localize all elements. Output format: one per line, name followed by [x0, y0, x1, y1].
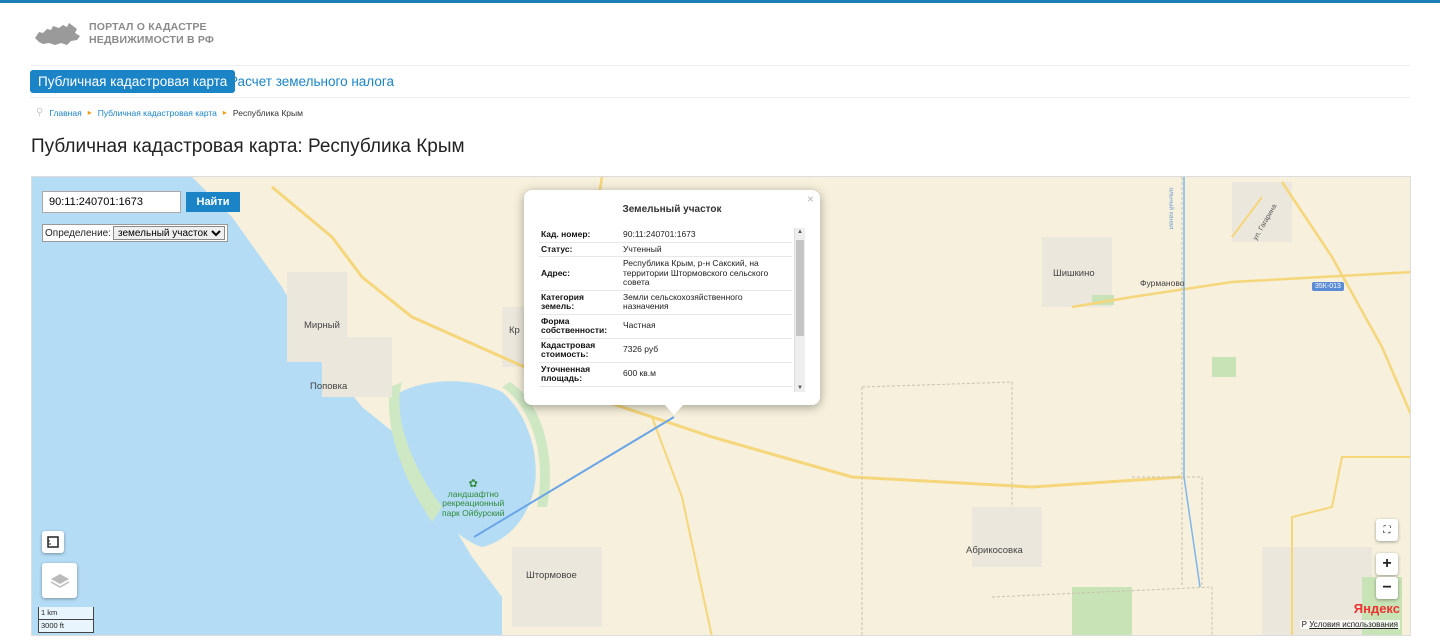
- scroll-up-icon[interactable]: ▲: [797, 229, 803, 235]
- scroll-down-icon[interactable]: ▼: [797, 385, 803, 391]
- popup-scrollbar[interactable]: ▲ ▼: [794, 228, 805, 392]
- scale-km: 1 km: [38, 607, 94, 620]
- cadastral-map[interactable]: Мирный Поповка Кр Шишкино Фурманово Абри…: [31, 176, 1411, 636]
- row-key: Адрес:: [539, 256, 621, 291]
- label-furmanovo: Фурманово: [1140, 278, 1185, 288]
- attribution-prefix: Р: [1301, 620, 1307, 629]
- breadcrumb-home[interactable]: Главная: [49, 108, 81, 118]
- definition-label: Определение:: [45, 227, 112, 239]
- settlement-block: [512, 547, 602, 627]
- park-label-line-3: парк Ойбурский: [442, 507, 505, 518]
- label-kr: Кр: [509, 325, 520, 336]
- label-shtormovoe: Штормовое: [526, 570, 577, 581]
- row-value: 7326 руб: [621, 338, 792, 363]
- parcel-boundary: [861, 177, 1213, 635]
- yandex-logo[interactable]: Яндекс: [1354, 601, 1400, 616]
- scrollbar-thumb[interactable]: [796, 240, 804, 336]
- ruler-button[interactable]: [42, 531, 64, 553]
- row-value: Республика Крым, р-н Сакский, на террито…: [621, 256, 792, 291]
- row-value: 600 кв.м: [621, 362, 792, 387]
- table-row: Категория земель: Земли сельскохозяйствен…: [539, 290, 792, 315]
- definition-select[interactable]: земельный участок: [113, 226, 226, 240]
- breadcrumb-map[interactable]: Публичная кадастровая карта: [98, 108, 217, 118]
- site-logo[interactable]: ПОРТАЛ О КАДАСТРЕ НЕДВИЖИМОСТИ В РФ: [33, 20, 214, 48]
- row-value: Земли сельскохозяйственного назначения: [621, 290, 792, 315]
- tab-land-tax[interactable]: Расчет земельного налога: [229, 70, 394, 93]
- parcel-info-table: Кад. номер: 90:11:240701:1673 Статус: Учте…: [539, 228, 792, 387]
- row-value: Учтенный: [621, 242, 792, 257]
- fullscreen-icon: ⛶: [1383, 524, 1391, 536]
- row-key: Уточненная площадь:: [539, 362, 621, 387]
- field-area: [1072, 587, 1132, 635]
- field-area: [1212, 357, 1236, 377]
- park-label: ✿ ландшафтно рекреационный парк Ойбурски…: [442, 479, 505, 518]
- breadcrumb: ⚲ Главная ▸ Публичная кадастровая карта …: [36, 107, 303, 118]
- find-button[interactable]: Найти: [186, 192, 240, 212]
- main-nav: Публичная кадастровая карта Расчет земел…: [30, 65, 1410, 98]
- breadcrumb-arrow-icon: ▸: [222, 108, 227, 117]
- popup-title: Земельный участок: [622, 204, 722, 215]
- location-pin-icon: ⚲: [36, 107, 44, 118]
- layers-button[interactable]: [42, 563, 77, 598]
- table-row: Кадастровая стоимость: 7326 руб: [539, 338, 792, 363]
- breadcrumb-arrow-icon: ▸: [87, 108, 92, 117]
- row-key: Статус:: [539, 242, 621, 257]
- map-search: Найти: [42, 191, 240, 213]
- map-scale: 1 km 3000 ft: [38, 607, 94, 633]
- label-abrikosovka: Абрикосовка: [966, 545, 1023, 556]
- definition-row: Определение: земельный участок: [42, 224, 229, 242]
- parcel-popup: × Земельный участок Кад. номер: 90:11:240…: [524, 190, 820, 415]
- zoom-out-button[interactable]: −: [1376, 577, 1398, 599]
- label-popovka: Поповка: [310, 381, 348, 392]
- russia-map-icon: [35, 23, 80, 45]
- label-canal: ольный канал: [1167, 187, 1175, 230]
- label-mirny: Мирный: [304, 320, 340, 331]
- table-row: Форма собственности: Частная: [539, 314, 792, 339]
- fullscreen-button[interactable]: ⛶: [1376, 519, 1398, 541]
- road-number-badge: 35К-013: [1312, 282, 1344, 291]
- zoom-in-button[interactable]: +: [1376, 553, 1398, 575]
- terms-of-use-link[interactable]: Условия использования: [1309, 620, 1398, 629]
- row-key: Форма собственности:: [539, 314, 621, 339]
- settlement-block: [972, 507, 1042, 567]
- page-title: Публичная кадастровая карта: Республика …: [31, 136, 465, 157]
- popup-tail: [664, 404, 684, 415]
- row-key: Кадастровая стоимость:: [539, 338, 621, 363]
- table-row: Кад. номер: 90:11:240701:1673: [539, 228, 792, 243]
- logo-line-1: ПОРТАЛ О КАДАСТРЕ: [89, 21, 207, 33]
- logo-text: ПОРТАЛ О КАДАСТРЕ НЕДВИЖИМОСТИ В РФ: [89, 21, 214, 47]
- map-attribution: Р Условия использования: [1299, 620, 1400, 629]
- top-accent-line: [0, 0, 1440, 3]
- cadastral-search-input[interactable]: [42, 191, 181, 213]
- breadcrumb-current: Республика Крым: [232, 107, 303, 118]
- row-key: Категория земель:: [539, 290, 621, 315]
- table-row: Уточненная площадь: 600 кв.м: [539, 362, 792, 387]
- table-row: Статус: Учтенный: [539, 242, 792, 257]
- logo-line-2: НЕДВИЖИМОСТИ В РФ: [89, 34, 215, 46]
- layers-icon: [50, 573, 69, 588]
- scale-ft: 3000 ft: [38, 620, 94, 633]
- road: [1280, 181, 1410, 416]
- row-value: 90:11:240701:1673: [621, 228, 792, 243]
- road: [1071, 270, 1410, 309]
- popup-body[interactable]: Кад. номер: 90:11:240701:1673 Статус: Учте…: [539, 228, 805, 392]
- ruler-icon: [47, 536, 59, 548]
- road: [651, 416, 713, 635]
- tab-cadastral-map[interactable]: Публичная кадастровая карта: [30, 70, 236, 93]
- table-row: Адрес: Республика Крым, р-н Сакский, на т…: [539, 256, 792, 291]
- label-shishkino: Шишкино: [1053, 268, 1095, 279]
- canal: [1183, 177, 1201, 588]
- row-value: Частная: [621, 314, 792, 339]
- row-key: Кад. номер:: [539, 228, 621, 243]
